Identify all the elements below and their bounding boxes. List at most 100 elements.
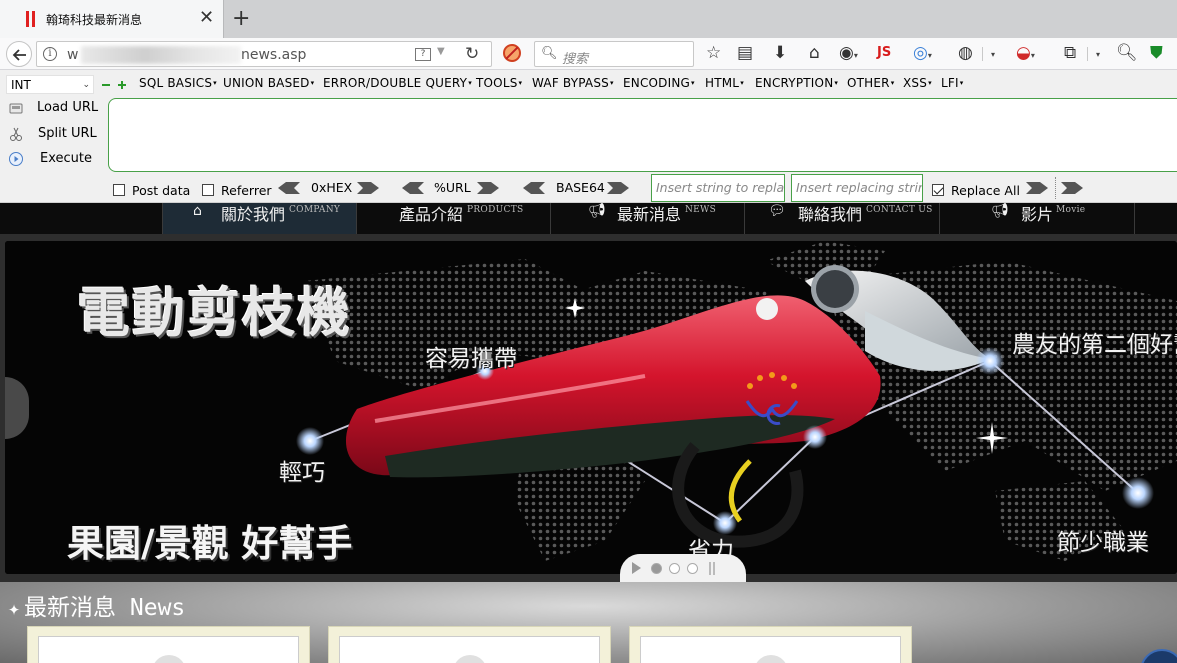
container-extension-icon[interactable]: ⧉ [1064, 43, 1076, 63]
page-action-icon[interactable]: ? [415, 48, 431, 61]
zoom-extension-icon[interactable]: 🔍︎ [1116, 43, 1138, 63]
increase-icon[interactable] [118, 81, 126, 89]
url-decode-arrow-icon[interactable] [402, 181, 424, 195]
post-data-box[interactable] [113, 184, 125, 196]
menu-sql-basics[interactable]: SQL BASICS▾ [139, 76, 217, 90]
decrease-icon[interactable] [102, 81, 110, 89]
reload-icon[interactable]: ↻ [465, 44, 479, 64]
replace-with-input[interactable]: Insert replacing string [791, 174, 923, 202]
slide-dot[interactable] [669, 563, 680, 574]
hero-title: 電動剪枝機 [77, 283, 352, 344]
load-url-label: Load URL [37, 100, 99, 115]
play-icon[interactable] [632, 562, 641, 574]
nav-item-contact[interactable]: 💬︎ 聯絡我們 CONTACT US [744, 203, 939, 234]
new-tab-button[interactable]: + [232, 7, 250, 31]
execute-label: Execute [40, 151, 92, 166]
execute-button[interactable]: Execute [6, 149, 102, 169]
nav-item-movie[interactable]: 📢︎ 影片 Movie [939, 203, 1134, 234]
noscript-icon[interactable] [503, 44, 521, 62]
download-icon[interactable]: ⬇ [773, 43, 787, 63]
hex-encode-arrow-icon[interactable] [357, 181, 379, 195]
replace-all-label: Replace All [951, 182, 1020, 198]
callout-labor: 節少職業 [1057, 530, 1149, 556]
replace-next-arrow-icon[interactable] [1061, 181, 1083, 195]
post-data-checkbox[interactable]: Post data [113, 181, 190, 199]
load-url-button[interactable]: Load URL [6, 98, 102, 118]
nav-label: 影片 [1021, 205, 1054, 224]
menu-encoding[interactable]: ENCODING▾ [623, 76, 695, 90]
news-card[interactable] [27, 626, 310, 663]
pause-icon[interactable] [709, 562, 715, 575]
overflow-dropdown-icon[interactable]: ▾ [991, 45, 995, 65]
url-textarea[interactable] [108, 98, 1177, 172]
replace-find-input[interactable]: Insert string to replace [651, 174, 785, 202]
menu-label: OTHER [847, 76, 890, 90]
menu-lfi[interactable]: LFI▾ [941, 76, 963, 90]
url-dropdown-icon[interactable]: ▼ [437, 46, 445, 57]
nav-item-company[interactable]: ⌂ 關於我們 COMPANY [162, 203, 356, 234]
referrer-label: Referrer [221, 182, 272, 198]
url-bar[interactable]: i w news.asp ? ▼ ↻ [36, 41, 492, 67]
menu-html[interactable]: HTML▾ [705, 76, 744, 90]
slide-dot[interactable] [687, 563, 698, 574]
browser-tab[interactable]: 翰琦科技最新消息 ✕ [0, 0, 224, 38]
nav-label: 關於我們 [221, 205, 286, 224]
news-card[interactable] [328, 626, 611, 663]
news-card[interactable] [629, 626, 912, 663]
hero-subtitle: 果園/景觀 好幫手 [67, 522, 353, 565]
chevron-down-icon: ⌄ [82, 80, 90, 90]
palette-extension-icon[interactable]: ◍ [958, 43, 973, 63]
hero-slide[interactable]: 電動剪枝機 容易攜帶 輕巧 省力 農友的第二個好幫手 節少職業 果園/景觀 好幫… [5, 241, 1177, 574]
replace-arrow-icon[interactable] [1026, 181, 1048, 195]
nav-item-products[interactable]: 產品介紹 PRODUCTS [356, 203, 550, 234]
search-bar[interactable]: 🔍︎ 搜索 [534, 41, 694, 67]
execute-icon [9, 152, 23, 166]
split-url-button[interactable]: Split URL [6, 124, 102, 144]
load-url-icon [9, 103, 23, 114]
media-playing-icon[interactable] [26, 11, 36, 27]
megaphone-icon: 📢︎ [588, 203, 606, 219]
replace-all-checkbox[interactable]: Replace All [932, 181, 1020, 199]
url-encode-label: %URL [434, 180, 471, 195]
reading-list-icon[interactable]: ▤ [737, 43, 753, 63]
menu-label: XSS [903, 76, 928, 90]
bookmark-star-icon[interactable]: ☆ [706, 43, 721, 63]
close-tab-icon[interactable]: ✕ [199, 9, 214, 27]
menu-label: TOOLS [476, 76, 518, 90]
referrer-box[interactable] [202, 184, 214, 196]
callout-light: 輕巧 [279, 460, 325, 486]
menu-tools[interactable]: TOOLS▾ [476, 76, 522, 90]
hex-label: 0xHEX [311, 180, 353, 195]
back-button[interactable] [6, 41, 32, 67]
menu-xss[interactable]: XSS▾ [903, 76, 932, 90]
nav-item-news[interactable]: 📢︎ 最新消息 NEWS [550, 203, 744, 234]
overflow-dropdown-icon[interactable]: ▾ [1096, 45, 1100, 65]
base64-decode-arrow-icon[interactable] [523, 181, 545, 195]
translate-extension-icon[interactable]: ◎▾ [913, 43, 932, 63]
menu-label: HTML [705, 76, 740, 90]
toolbar-separator [982, 47, 983, 61]
slide-dot[interactable] [651, 563, 662, 574]
base64-encode-arrow-icon[interactable] [607, 181, 629, 195]
hex-decode-arrow-icon[interactable] [278, 181, 300, 195]
shield-extension-icon[interactable]: ⛊ [1150, 43, 1163, 63]
site-info-icon[interactable]: i [43, 47, 57, 61]
callout-portable: 容易攜帶 [425, 346, 517, 372]
menu-union-based[interactable]: UNION BASED▾ [223, 76, 314, 90]
url-encode-arrow-icon[interactable] [477, 181, 499, 195]
menu-label: LFI [941, 76, 959, 90]
base64-label: BASE64 [556, 180, 605, 195]
type-select[interactable]: INT ⌄ [6, 75, 94, 94]
nav-label: 聯絡我們 [798, 205, 863, 224]
replace-all-box[interactable] [932, 184, 944, 196]
proxy-extension-icon[interactable]: ◒▾ [1016, 43, 1035, 63]
type-select-value: INT [11, 78, 31, 92]
menu-other[interactable]: OTHER▾ [847, 76, 894, 90]
ghost-extension-icon[interactable]: ◉▾ [839, 43, 858, 63]
menu-waf-bypass[interactable]: WAF BYPASS▾ [532, 76, 614, 90]
menu-encryption[interactable]: ENCRYPTION▾ [755, 76, 838, 90]
home-icon[interactable]: ⌂ [809, 43, 820, 63]
referrer-checkbox[interactable]: Referrer [202, 181, 272, 199]
js-toggle-icon[interactable]: JS [877, 43, 891, 63]
menu-error-double-query[interactable]: ERROR/DOUBLE QUERY▾ [323, 76, 472, 90]
